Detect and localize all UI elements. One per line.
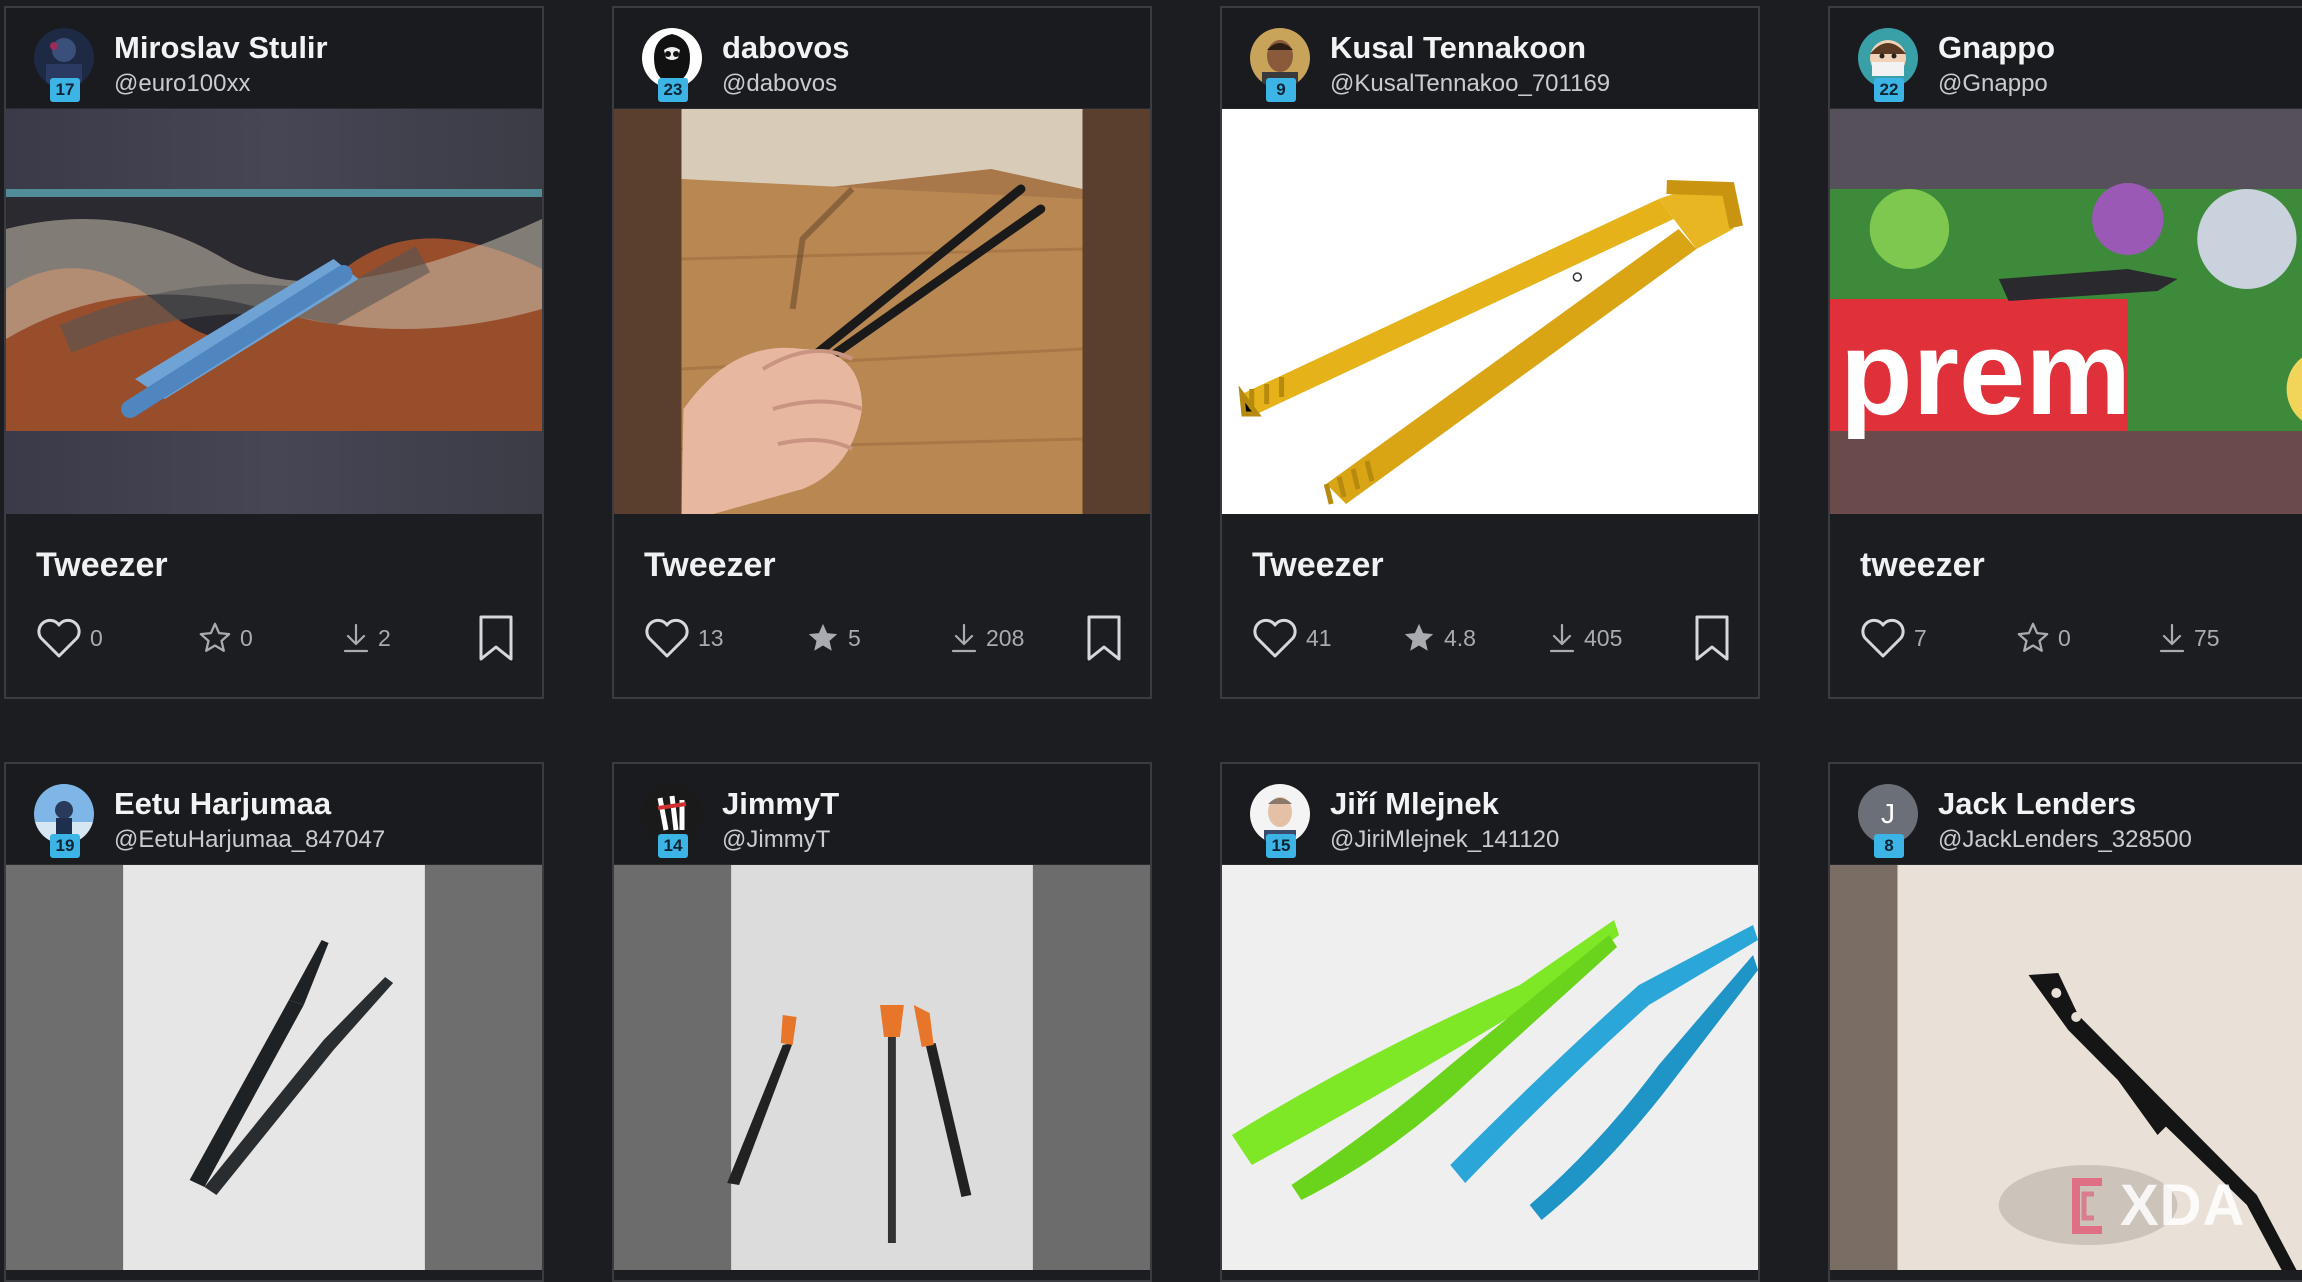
user-level-badge: 19 [50,834,80,858]
model-thumbnail[interactable] [6,109,542,514]
user-name[interactable]: Jack Lenders [1938,786,2136,822]
heart-icon [645,618,689,658]
bookmark-button[interactable] [1694,614,1730,667]
user-name[interactable]: JimmyT [722,786,839,822]
user-name[interactable]: Miroslav Stulir [114,30,328,66]
user-handle[interactable]: @EetuHarjumaa_847047 [114,826,385,854]
card-header: 19 Eetu Harjumaa @EetuHarjumaa_847047 [6,764,542,865]
xda-bracket-icon [2072,1177,2102,1234]
user-level-badge: 8 [1874,834,1904,858]
user-handle[interactable]: @JiriMlejnek_141120 [1330,826,1559,854]
downloads: 75 [2158,610,2220,666]
user-level-badge: 22 [1874,78,1904,102]
download-icon [951,623,977,653]
bookmark-icon [479,615,513,661]
downloads: 2 [342,610,391,666]
user-handle[interactable]: @Gnappo [1938,70,2048,98]
model-card[interactable]: 22 Gnappo @Gnappo prem tweezer 7 0 75 [1828,6,2302,699]
user-handle[interactable]: @euro100xx [114,70,250,98]
rating: 0 [2016,610,2071,666]
model-card[interactable]: 23 dabovos @dabovos Tweezer 13 5 208 [612,6,1152,699]
user-handle[interactable]: @dabovos [722,70,837,98]
like-count: 7 [1914,624,1927,651]
star-filled-icon [808,623,838,651]
rating: 4.8 [1402,610,1476,666]
download-count: 2 [378,624,391,651]
user-level-badge: 17 [50,78,80,102]
model-title[interactable]: tweezer [1860,546,1985,585]
card-header: 17 Miroslav Stulir @euro100xx [6,8,542,109]
rating-value: 0 [240,624,253,651]
bookmark-icon [1087,615,1121,661]
bookmark-button[interactable] [478,614,514,667]
svg-text:prem: prem [1840,307,2131,440]
model-thumbnail[interactable] [614,109,1150,514]
model-card[interactable]: 19 Eetu Harjumaa @EetuHarjumaa_847047 [4,762,544,1282]
star-filled-icon [1404,623,1434,651]
like-button[interactable]: 13 [644,610,724,666]
model-thumbnail[interactable]: prem [1830,109,2302,514]
user-name[interactable]: Kusal Tennakoon [1330,30,1586,66]
model-thumbnail[interactable] [1222,109,1758,514]
heart-icon [1861,618,1905,658]
model-thumbnail[interactable] [1222,865,1758,1270]
like-count: 13 [698,624,724,651]
star-outline-icon [2017,622,2049,652]
download-count: 405 [1584,624,1623,651]
downloads: 405 [1548,610,1622,666]
star-outline-icon [199,622,231,652]
model-card[interactable]: 15 Jiří Mlejnek @JiriMlejnek_141120 [1220,762,1760,1282]
user-name[interactable]: Jiří Mlejnek [1330,786,1499,822]
download-count: 208 [986,624,1025,651]
user-handle[interactable]: @JackLenders_328500 [1938,826,2192,854]
like-button[interactable]: 7 [1860,610,1927,666]
watermark-logo: XDA [2066,1172,2245,1239]
heart-icon [1253,618,1297,658]
card-header: 22 Gnappo @Gnappo [1830,8,2302,109]
user-name[interactable]: Gnappo [1938,30,2055,66]
like-count: 41 [1306,624,1332,651]
download-icon [1549,623,1575,653]
like-button[interactable]: 41 [1252,610,1332,666]
avatar-letter: J [1881,798,1895,829]
user-level-badge: 9 [1266,78,1296,102]
rating-value: 0 [2058,624,2071,651]
like-count: 0 [90,624,103,651]
download-count: 75 [2194,624,2220,651]
bookmark-button[interactable] [1086,614,1122,667]
card-header: 15 Jiří Mlejnek @JiriMlejnek_141120 [1222,764,1758,865]
model-title[interactable]: Tweezer [644,546,776,585]
user-level-badge: 15 [1266,834,1296,858]
rating: 5 [806,610,861,666]
user-name[interactable]: dabovos [722,30,849,66]
user-name[interactable]: Eetu Harjumaa [114,786,331,822]
user-handle[interactable]: @JimmyT [722,826,830,854]
downloads: 208 [950,610,1024,666]
download-icon [343,623,369,653]
user-level-badge: 23 [658,78,688,102]
model-title[interactable]: Tweezer [36,546,168,585]
card-header: J 8 Jack Lenders @JackLenders_328500 [1830,764,2302,865]
heart-icon [37,618,81,658]
rating: 0 [198,610,253,666]
model-title[interactable]: Tweezer [1252,546,1384,585]
rating-value: 5 [848,624,861,651]
model-card[interactable]: 17 Miroslav Stulir @euro100xx Tweezer 0 … [4,6,544,699]
user-handle[interactable]: @KusalTennakoo_701169 [1330,70,1610,98]
like-button[interactable]: 0 [36,610,103,666]
model-card[interactable]: 9 Kusal Tennakoon @KusalTennakoo_701169 … [1220,6,1760,699]
model-thumbnail[interactable] [6,865,542,1270]
card-header: 14 JimmyT @JimmyT [614,764,1150,865]
user-level-badge: 14 [658,834,688,858]
bookmark-icon [1695,615,1729,661]
download-icon [2159,623,2185,653]
watermark-text: XDA [2120,1173,2246,1238]
model-thumbnail[interactable] [614,865,1150,1270]
card-header: 23 dabovos @dabovos [614,8,1150,109]
rating-value: 4.8 [1444,624,1476,651]
card-header: 9 Kusal Tennakoon @KusalTennakoo_701169 [1222,8,1758,109]
model-card[interactable]: 14 JimmyT @JimmyT [612,762,1152,1282]
